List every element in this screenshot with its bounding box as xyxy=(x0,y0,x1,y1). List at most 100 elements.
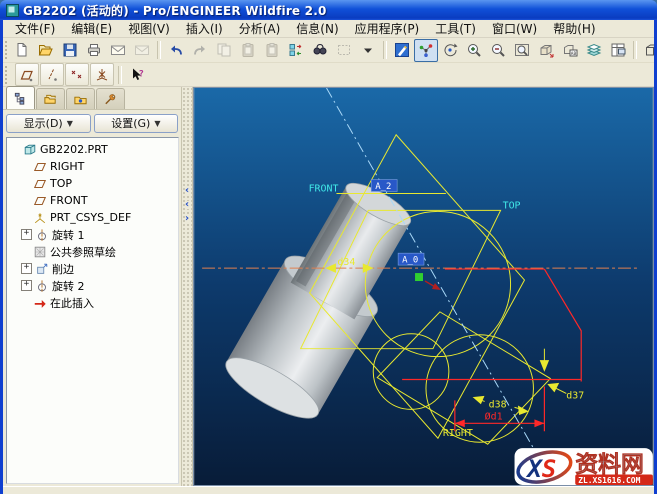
axis-tag-a2[interactable]: A_2 xyxy=(371,180,397,192)
search-button[interactable] xyxy=(308,39,332,62)
tree-item-label: 削边 xyxy=(52,261,74,277)
axis-tag-a0[interactable]: A_0 xyxy=(398,253,424,265)
splitter-arrow-icon[interactable]: › xyxy=(185,215,189,223)
top-plane-tag[interactable]: TOP xyxy=(503,200,521,211)
tab-favorites-tools[interactable] xyxy=(96,88,125,109)
new-button[interactable] xyxy=(10,39,34,62)
toolbar-gripper[interactable] xyxy=(5,41,7,59)
save-button[interactable] xyxy=(58,39,82,62)
menu-item-4[interactable]: 分析(A) xyxy=(231,20,289,38)
toolbar-gripper[interactable] xyxy=(5,66,12,84)
saved-views-button[interactable]: AB xyxy=(558,39,582,62)
expander-icon[interactable]: + xyxy=(21,263,32,274)
zoom-in-button[interactable] xyxy=(462,39,486,62)
selbox-icon xyxy=(336,42,352,58)
splitter-arrow-icon[interactable]: ‹ xyxy=(185,201,189,209)
panel-splitter[interactable]: ‹ ‹ › xyxy=(181,87,193,486)
tree-item-GB2202.PRT[interactable]: GB2202.PRT xyxy=(7,141,178,158)
tab-layer-tree[interactable] xyxy=(36,88,65,109)
datum-point-button[interactable] xyxy=(65,63,89,86)
datum-axis-button[interactable] xyxy=(40,63,64,86)
tree-item-旋转 1[interactable]: +旋转 1 xyxy=(7,226,178,243)
toolbar-separator xyxy=(157,41,161,59)
toolbar-separator xyxy=(383,41,387,59)
repaint-button[interactable] xyxy=(390,39,414,62)
proe-app-icon xyxy=(6,4,19,17)
tab-folder-browser[interactable] xyxy=(66,88,95,109)
dim-d34[interactable]: d34 xyxy=(337,257,355,268)
plane-icon xyxy=(33,160,47,174)
menu-item-7[interactable]: 工具(T) xyxy=(427,20,484,38)
sketch-icon xyxy=(33,245,47,259)
send-mail-button[interactable] xyxy=(106,39,130,62)
tree-item-RIGHT[interactable]: RIGHT xyxy=(7,158,178,175)
dim-d38[interactable]: d38 xyxy=(489,399,507,410)
wireframe-display-button[interactable] xyxy=(640,39,657,62)
chevron-down-icon: ▼ xyxy=(67,119,73,128)
menu-item-6[interactable]: 应用程序(P) xyxy=(347,20,428,38)
part-icon xyxy=(23,143,37,157)
datum-plane-button[interactable] xyxy=(15,63,39,86)
ctxhelp-icon: ? xyxy=(129,67,145,83)
undo-button[interactable] xyxy=(164,39,188,62)
spin-center-toggle[interactable] xyxy=(414,39,438,62)
tree-item-PRT_CSYS_DEF[interactable]: PRT_CSYS_DEF xyxy=(7,209,178,226)
ttools-icon xyxy=(103,92,118,107)
refit-button[interactable] xyxy=(510,39,534,62)
tree-item-旋转 2[interactable]: +旋转 2 xyxy=(7,277,178,294)
tab-model-tree[interactable] xyxy=(6,86,35,109)
tree-item-FRONT[interactable]: FRONT xyxy=(7,192,178,209)
menu-bar: 文件(F)编辑(E)视图(V)插入(I)分析(A)信息(N)应用程序(P)工具(… xyxy=(3,20,654,38)
svg-text:AB: AB xyxy=(571,51,577,57)
zoomout-icon xyxy=(490,42,506,58)
zoom-out-button[interactable] xyxy=(486,39,510,62)
open-button[interactable] xyxy=(34,39,58,62)
mail-alt-button xyxy=(130,39,154,62)
splitter-arrow-icon[interactable]: ‹ xyxy=(185,187,189,195)
spin2-icon xyxy=(442,42,458,58)
menu-item-3[interactable]: 插入(I) xyxy=(178,20,231,38)
context-help-button[interactable]: ? xyxy=(125,63,149,86)
menu-item-9[interactable]: 帮助(H) xyxy=(545,20,603,38)
model-tree[interactable]: GB2202.PRTRIGHTTOP FRONT PRT_CSYS_DEF+旋转 1… xyxy=(6,137,179,484)
tree-item-TOP[interactable]: TOP xyxy=(7,175,178,192)
dim-d37[interactable]: d37 xyxy=(566,390,584,401)
menu-item-2[interactable]: 视图(V) xyxy=(120,20,178,38)
mail-icon xyxy=(134,42,150,58)
watermark-site-name: 资料网 xyxy=(575,452,644,478)
expander-icon[interactable]: + xyxy=(21,280,32,291)
regenerate-button[interactable] xyxy=(284,39,308,62)
graphics-viewport[interactable]: A_2 A_0 FRONT TOP RIGHT xyxy=(193,87,654,486)
menu-item-8[interactable]: 窗口(W) xyxy=(484,20,545,38)
reorient-view-button[interactable] xyxy=(534,39,558,62)
front-plane-tag[interactable]: FRONT xyxy=(309,183,339,194)
tree-item-公共参照草绘[interactable]: 公共参照草绘 xyxy=(7,243,178,260)
select-box-button xyxy=(332,39,356,62)
print-button[interactable] xyxy=(82,39,106,62)
right-plane-tag[interactable]: RIGHT xyxy=(443,428,473,439)
select-dropdown-caret[interactable] xyxy=(356,39,380,62)
drag-handle-green[interactable] xyxy=(415,273,423,281)
tree-show-button[interactable]: 显示(D)▼ xyxy=(6,114,91,133)
view-manager-button[interactable] xyxy=(606,39,630,62)
layers-button[interactable] xyxy=(582,39,606,62)
menu-item-0[interactable]: 文件(F) xyxy=(7,20,63,38)
tree-item-label: FRONT xyxy=(50,194,88,207)
tree-item-削边[interactable]: + 削边 xyxy=(7,260,178,277)
dpoint-icon xyxy=(69,67,85,83)
expander-icon[interactable]: + xyxy=(21,229,32,240)
datum-csys-button[interactable] xyxy=(90,63,114,86)
tree-item-在此插入[interactable]: 在此插入 xyxy=(7,294,178,311)
revolve-icon xyxy=(35,228,49,242)
orient-mode-button[interactable] xyxy=(438,39,462,62)
title-bar[interactable]: GB2202 (活动的) - Pro/ENGINEER Wildfire 2.0 xyxy=(0,0,657,20)
menu-item-5[interactable]: 信息(N) xyxy=(288,20,346,38)
3d-view-canvas[interactable]: A_2 A_0 FRONT TOP RIGHT xyxy=(194,88,653,485)
menu-item-1[interactable]: 编辑(E) xyxy=(63,20,120,38)
redo-button xyxy=(188,39,212,62)
toolbar-separator xyxy=(118,66,122,84)
tree-settings-button[interactable]: 设置(G)▼ xyxy=(94,114,179,133)
orient-icon xyxy=(538,42,554,58)
plane-icon xyxy=(33,177,47,191)
dim-diameter-red[interactable]: Ød1 xyxy=(485,410,503,422)
